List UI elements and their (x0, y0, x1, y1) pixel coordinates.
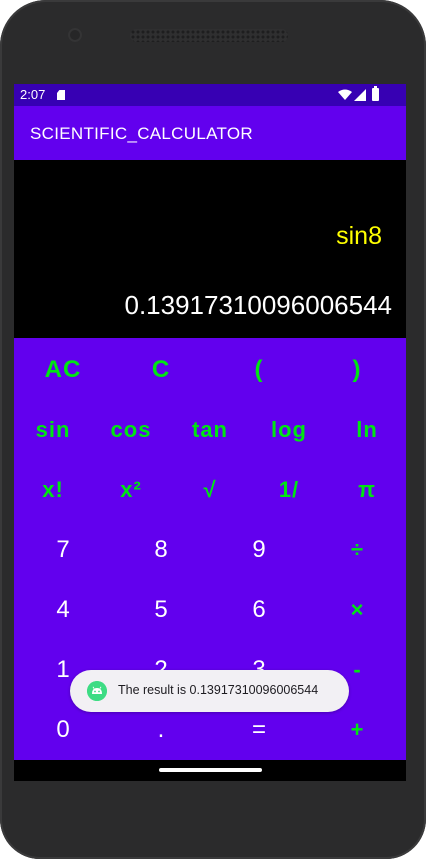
key-cos[interactable]: cos (92, 400, 170, 460)
front-camera (68, 28, 82, 42)
phone-frame: 2:07 SCIENTIFIC_CALCULATOR sin8 0.139173… (0, 0, 426, 859)
key-factorial[interactable]: x! (14, 460, 92, 520)
home-gesture-handle[interactable] (159, 768, 262, 772)
app-title: SCIENTIFIC_CALCULATOR (30, 124, 253, 143)
toast-text: The result is 0.13917310096006544 (118, 683, 319, 697)
status-time: 2:07 (20, 87, 46, 102)
calculator-display: sin8 0.13917310096006544 (14, 160, 406, 338)
key-5[interactable]: 5 (112, 580, 210, 640)
battery-icon (372, 86, 379, 101)
key-7[interactable]: 7 (14, 520, 112, 580)
screen: 2:07 SCIENTIFIC_CALCULATOR sin8 0.139173… (14, 84, 406, 781)
key-multiply[interactable]: × (308, 580, 406, 640)
key-divide[interactable]: ÷ (308, 520, 406, 580)
wifi-icon (338, 89, 352, 100)
key-sin[interactable]: sin (14, 400, 92, 460)
key-9[interactable]: 9 (210, 520, 308, 580)
key-square[interactable]: x² (92, 460, 170, 520)
android-icon (87, 681, 107, 701)
key-clear[interactable]: C (112, 340, 210, 400)
key-4[interactable]: 4 (14, 580, 112, 640)
key-log[interactable]: log (250, 400, 328, 460)
navigation-bar (14, 760, 406, 781)
key-close-paren[interactable]: ) (308, 340, 406, 400)
expression-text: sin8 (336, 222, 382, 250)
app-bar: SCIENTIFIC_CALCULATOR (14, 106, 406, 160)
key-reciprocal[interactable]: 1/ (250, 460, 328, 520)
result-text: 0.13917310096006544 (124, 290, 392, 320)
key-8[interactable]: 8 (112, 520, 210, 580)
key-pi[interactable]: π (328, 460, 406, 520)
sd-card-icon (57, 90, 65, 100)
toast-message: The result is 0.13917310096006544 (70, 670, 349, 712)
key-open-paren[interactable]: ( (210, 340, 308, 400)
status-bar: 2:07 (14, 84, 406, 106)
signal-icon (354, 89, 366, 101)
key-6[interactable]: 6 (210, 580, 308, 640)
earpiece-speaker (130, 29, 288, 42)
key-tan[interactable]: tan (170, 400, 250, 460)
key-all-clear[interactable]: AC (14, 340, 112, 400)
key-ln[interactable]: ln (328, 400, 406, 460)
key-sqrt[interactable]: √ (170, 460, 250, 520)
